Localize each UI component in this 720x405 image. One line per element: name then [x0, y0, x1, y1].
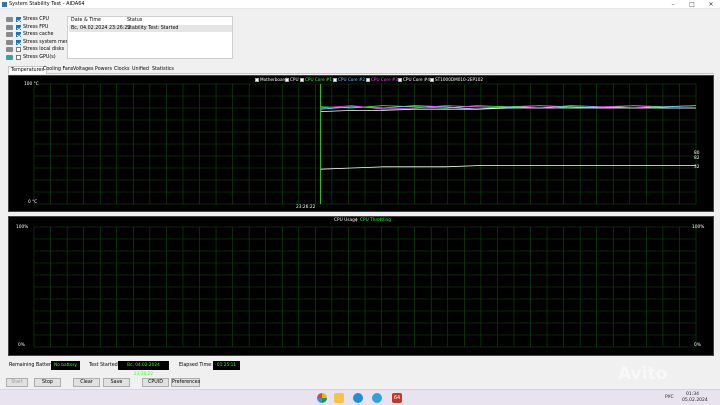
clock-time[interactable]: 01:34 — [686, 392, 699, 397]
file-explorer-icon[interactable] — [334, 393, 344, 403]
test-started-label: Test Started: — [89, 363, 120, 368]
save-button[interactable]: Save — [103, 378, 130, 387]
temp-right-value-3: 32 — [694, 165, 700, 170]
stress-gpu-checkbox[interactable] — [16, 54, 21, 60]
temp-y-max-label: 100 °C — [24, 82, 39, 87]
clock-date[interactable]: 05.02.2024 — [682, 398, 708, 403]
tab-unified[interactable]: Unified — [130, 66, 151, 74]
remaining-battery-label: Remaining Battery: — [9, 363, 56, 368]
option-stress-disks[interactable]: Stress local disks — [6, 46, 68, 54]
usage-y-min-label: 0% — [18, 343, 25, 348]
usage-y-max-label: 100% — [16, 225, 29, 230]
stress-cache-checkbox[interactable] — [16, 32, 21, 38]
option-label: Stress cache — [23, 32, 54, 37]
temp-y-min-label: 0 °C — [28, 200, 38, 205]
stress-cpu-checkbox[interactable] — [16, 17, 21, 23]
close-button[interactable]: ✕ — [703, 0, 719, 9]
elapsed-time-label: Elapsed Time: — [179, 363, 213, 368]
fpu-icon — [6, 24, 13, 30]
minimize-button[interactable]: – — [665, 0, 681, 9]
cpuid-button[interactable]: CPUID — [142, 378, 169, 387]
legend-disk[interactable]: ST1000DM010-2EP102 — [430, 77, 483, 83]
cpu-usage-chart-panel — [8, 216, 714, 356]
legend-cpu-core-4[interactable]: CPU Core #4 — [398, 77, 430, 83]
temp-right-value-2: 82 — [694, 156, 700, 161]
legend-cpu[interactable]: CPU — [285, 77, 299, 83]
remaining-battery-value: No battery — [51, 361, 80, 370]
title-bar: System Stability Test - AIDA64 – □ ✕ — [0, 0, 720, 9]
column-header-status: Status — [127, 18, 143, 23]
maximize-button[interactable]: □ — [684, 0, 700, 9]
usage-right-max-label: 100% — [692, 225, 705, 230]
taskbar: 64 РУС 01:34 05.02.2024 — [0, 389, 720, 405]
tab-statistics[interactable]: Statistics — [150, 66, 176, 74]
clear-button[interactable]: Clear — [73, 378, 100, 387]
usage-legend-cpu-throttling: CPU Throttling — [360, 218, 391, 223]
option-stress-fpu[interactable]: Stress FPU — [6, 24, 68, 32]
status-table: Date & Time Status Вс, 04.02.2024 23:26:… — [67, 16, 233, 59]
test-started-value: Вс, 04.02.2024 23:26:22 — [118, 361, 169, 377]
gpu-icon — [6, 54, 13, 60]
series-line-st1000dm010-2ep102 — [320, 165, 696, 170]
column-header-datetime: Date & Time — [71, 18, 101, 23]
usage-legend-cpu-usage: CPU Usage — [334, 218, 358, 223]
language-indicator[interactable]: РУС — [665, 395, 674, 400]
memory-icon — [6, 39, 13, 45]
tab-clocks[interactable]: Clocks — [112, 66, 132, 74]
aida64-badge: 64 — [393, 395, 401, 401]
option-stress-gpu[interactable]: Stress GPU(s) — [6, 54, 68, 62]
legend-cpu-core-3[interactable]: CPU Core #3 — [366, 77, 398, 83]
elapsed-time-value: 01:25:11 — [213, 361, 240, 370]
avito-watermark-logo: Avito — [618, 364, 668, 384]
cpu-icon — [6, 17, 13, 22]
legend-cpu-core-1[interactable]: CPU Core #1 — [300, 77, 332, 83]
legend-cpu-core-2[interactable]: CPU Core #2 — [333, 77, 365, 83]
window-title: System Stability Test - AIDA64 — [9, 1, 85, 7]
chrome-icon[interactable] — [317, 393, 327, 403]
option-label: Stress GPU(s) — [23, 54, 56, 60]
stress-memory-checkbox[interactable] — [16, 39, 21, 45]
usage-legend-separator: | — [356, 218, 358, 223]
start-button[interactable]: Start — [6, 378, 28, 387]
row-status: Stability Test: Started — [127, 26, 179, 31]
temperature-chart-panel — [8, 75, 714, 212]
aida64-taskbar-icon[interactable]: 64 — [392, 393, 402, 403]
option-stress-memory[interactable]: Stress system memory — [6, 39, 78, 47]
option-stress-cpu[interactable]: Stress CPU — [6, 16, 68, 24]
cache-icon — [6, 32, 13, 37]
tab-powers[interactable]: Powers — [93, 66, 114, 74]
aida64-app-icon — [2, 2, 7, 7]
stress-fpu-checkbox[interactable] — [16, 24, 21, 30]
option-label: Stress local disks — [23, 47, 65, 52]
stress-options: Stress CPU Stress FPU Stress cache Stres… — [6, 16, 78, 62]
legend-motherboard[interactable]: Motherboard — [255, 77, 287, 83]
usage-right-min-label: 0% — [694, 343, 701, 348]
preferences-button[interactable]: Preferences — [171, 378, 200, 387]
option-stress-cache[interactable]: Stress cache — [6, 31, 68, 39]
telegram-icon[interactable] — [372, 393, 382, 403]
disk-icon — [6, 47, 13, 52]
stress-disks-checkbox[interactable] — [16, 47, 21, 53]
option-label: Stress CPU — [23, 17, 50, 22]
cpu-usage-chart — [33, 226, 697, 348]
row-datetime: Вс, 04.02.2024 23:26:22 — [71, 26, 131, 31]
stop-button[interactable]: Stop — [34, 378, 61, 387]
temp-x-time-label: 23:26:22 — [296, 205, 316, 210]
temperature-chart — [33, 83, 697, 205]
tab-voltages[interactable]: Voltages — [71, 66, 96, 74]
edge-icon[interactable] — [353, 393, 363, 403]
option-label: Stress FPU — [23, 24, 49, 30]
